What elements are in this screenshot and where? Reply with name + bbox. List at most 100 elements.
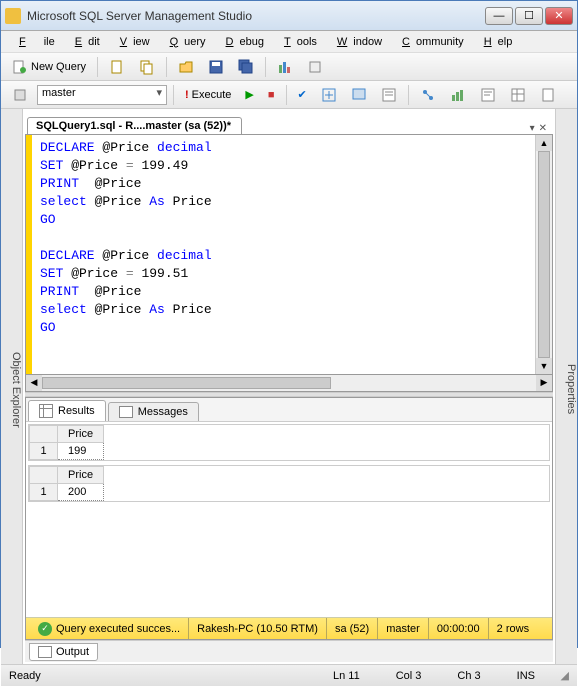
window-buttons: — ☐ ✕ (485, 7, 573, 25)
debug-button[interactable]: ▶ (240, 85, 258, 104)
sql-editor[interactable]: DECLARE @Price decimalSET @Price = 199.4… (32, 135, 535, 374)
tab-results[interactable]: Results (28, 400, 106, 421)
center-pane: SQLQuery1.sql - R....master (sa (52))* ▾… (23, 109, 555, 664)
object-explorer-rail[interactable]: Object Explorer (1, 109, 23, 664)
execute-button[interactable]: ! Execute (180, 86, 236, 104)
new-project-button[interactable] (134, 56, 160, 78)
menu-query[interactable]: Query (158, 34, 212, 50)
status-server: Rakesh-PC (10.50 RTM) (189, 618, 327, 639)
menu-help[interactable]: Help (472, 34, 519, 50)
output-icon (38, 646, 52, 658)
scroll-up-icon[interactable]: ▲ (536, 135, 552, 151)
registered-servers-button[interactable] (302, 56, 328, 78)
tab-dropdown-icon[interactable]: ▾ (530, 123, 535, 134)
results-grid-button[interactable] (505, 84, 531, 106)
status-rows: 2 rows (489, 618, 537, 639)
output-tab-row: Output (25, 640, 553, 662)
work-area: Object Explorer SQLQuery1.sql - R....mas… (1, 109, 577, 664)
scroll-left-icon[interactable]: ◀ (26, 375, 42, 391)
results-file-button[interactable] (535, 84, 561, 106)
activity-monitor-button[interactable] (272, 56, 298, 78)
menu-view[interactable]: View (108, 34, 156, 50)
tab-messages[interactable]: Messages (108, 402, 199, 421)
intellisense-button[interactable] (376, 84, 402, 106)
execute-bang-icon: ! (185, 89, 189, 101)
results-pane: Results Messages Price1199 Price1200 ✓Qu… (25, 397, 553, 640)
cell[interactable]: 199 (58, 443, 104, 460)
minimize-button[interactable]: — (485, 7, 513, 25)
maximize-button[interactable]: ☐ (515, 7, 543, 25)
menu-window[interactable]: Window (325, 34, 388, 50)
results-grid-icon (39, 404, 53, 418)
menu-edit[interactable]: Edit (63, 34, 106, 50)
new-query-button[interactable]: New Query (7, 56, 91, 78)
new-query-icon (12, 59, 28, 75)
messages-icon (119, 406, 133, 418)
app-icon (5, 8, 21, 24)
play-icon: ▶ (245, 88, 253, 101)
tab-messages-label: Messages (138, 406, 188, 418)
status-elapsed: 00:00:00 (429, 618, 489, 639)
estimated-plan-button[interactable] (316, 84, 342, 106)
check-icon: ✔ (298, 88, 307, 101)
document-tab-label: SQLQuery1.sql - R....master (sa (52))* (36, 120, 231, 132)
success-icon: ✓ (38, 622, 52, 636)
stop-button[interactable]: ■ (263, 86, 280, 104)
result-grid[interactable]: Price1199 (28, 424, 550, 461)
standard-toolbar: New Query (1, 53, 577, 81)
editor-hscrollbar[interactable]: ◀ ▶ (26, 375, 552, 391)
menu-file[interactable]: File (7, 34, 61, 50)
table-row[interactable]: 1200 (30, 484, 104, 501)
menu-debug[interactable]: Debug (214, 34, 270, 50)
status-line: Ln 11 (315, 670, 378, 682)
available-databases-icon (7, 84, 33, 106)
save-button[interactable] (203, 56, 229, 78)
client-stats-button[interactable] (445, 84, 471, 106)
menubar: File Edit View Query Debug Tools Window … (1, 31, 577, 53)
results-tabs: Results Messages (26, 398, 552, 422)
titlebar: Microsoft SQL Server Management Studio —… (1, 1, 577, 31)
scroll-down-icon[interactable]: ▼ (536, 358, 552, 374)
include-plan-button[interactable] (415, 84, 441, 106)
status-ready: Ready (9, 670, 41, 682)
scroll-thumb-h[interactable] (42, 377, 331, 389)
execute-label: Execute (192, 89, 232, 101)
tab-results-label: Results (58, 405, 95, 417)
document-close-icon[interactable]: ✕ (539, 123, 547, 134)
result-grid[interactable]: Price1200 (28, 465, 550, 502)
tab-output[interactable]: Output (29, 643, 98, 661)
parse-button[interactable]: ✔ (293, 85, 312, 104)
database-selector[interactable]: master (37, 85, 167, 105)
document-tab-active[interactable]: SQLQuery1.sql - R....master (sa (52))* (27, 117, 242, 134)
result-grids: Price1199 Price1200 (26, 422, 552, 617)
resize-grip-icon[interactable]: ◢ (553, 669, 569, 682)
open-button[interactable] (173, 56, 199, 78)
editor-hscroll-wrap: ◀ ▶ (25, 375, 553, 392)
table-row[interactable]: 1199 (30, 443, 104, 460)
scroll-thumb[interactable] (538, 151, 550, 358)
save-all-button[interactable] (233, 56, 259, 78)
menu-community[interactable]: Community (390, 34, 470, 50)
status-login: sa (52) (327, 618, 378, 639)
editor-pane: DECLARE @Price decimalSET @Price = 199.4… (25, 135, 553, 375)
document-tabs: SQLQuery1.sql - R....master (sa (52))* ▾… (25, 115, 553, 135)
menu-tools[interactable]: Tools (272, 34, 323, 50)
column-header[interactable]: Price (58, 467, 104, 484)
column-header[interactable]: Price (58, 426, 104, 443)
query-status-bar: ✓Query executed succes... Rakesh-PC (10.… (26, 617, 552, 639)
database-selector-value: master (42, 87, 76, 99)
properties-rail[interactable]: Properties (555, 109, 577, 664)
close-button[interactable]: ✕ (545, 7, 573, 25)
query-options-button[interactable] (346, 84, 372, 106)
editor-vscrollbar[interactable]: ▲ ▼ (535, 135, 552, 374)
status-message: ✓Query executed succes... (30, 618, 189, 639)
sql-editor-toolbar: master ! Execute ▶ ■ ✔ (1, 81, 577, 109)
results-text-button[interactable] (475, 84, 501, 106)
tab-output-label: Output (56, 646, 89, 658)
scroll-right-icon[interactable]: ▶ (536, 375, 552, 391)
status-db: master (378, 618, 429, 639)
new-file-button[interactable] (104, 56, 130, 78)
status-ins: INS (499, 670, 553, 682)
window-title: Microsoft SQL Server Management Studio (27, 9, 485, 23)
cell[interactable]: 200 (58, 484, 104, 501)
